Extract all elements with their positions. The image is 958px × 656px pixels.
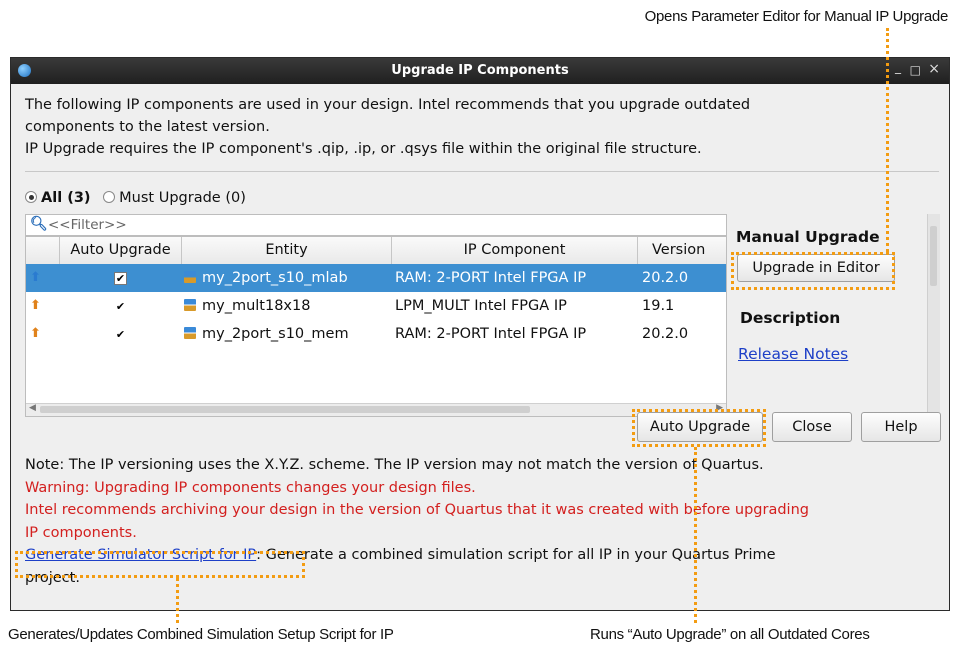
radio-selected-icon <box>25 191 37 203</box>
table-row[interactable]: ⬆ ✔ my_2port_s10_mlab RAM: 2-PORT Intel … <box>26 264 726 292</box>
auto-upgrade-checkbox[interactable]: ✔ <box>114 300 127 313</box>
separator <box>25 171 939 172</box>
maximize-icon[interactable]: □ <box>910 63 921 77</box>
intro-line-1: The following IP components are used in … <box>25 97 751 113</box>
scrollbar-thumb[interactable] <box>930 226 937 286</box>
table-row[interactable]: ⬆ ✔ my_2port_s10_mem RAM: 2-PORT Intel F… <box>26 320 726 348</box>
col-header-auto-upgrade[interactable]: Auto Upgrade <box>60 237 182 264</box>
horizontal-scrollbar[interactable]: ◀ ▶ <box>26 403 726 416</box>
auto-upgrade-checkbox[interactable]: ✔ <box>114 328 127 341</box>
version-cell: 19.1 <box>642 298 675 314</box>
col-header-ip-component[interactable]: IP Component <box>392 237 638 264</box>
help-button[interactable]: Help <box>861 412 941 442</box>
release-notes-link[interactable]: Release Notes <box>738 345 848 363</box>
ip-component-cell: RAM: 2-PORT Intel FPGA IP <box>395 270 587 286</box>
radio-must-upgrade[interactable]: Must Upgrade (0) <box>103 190 246 206</box>
title-bar: Upgrade IP Components _ □ × <box>11 58 949 84</box>
manual-upgrade-heading: Manual Upgrade <box>736 228 880 246</box>
col-header-entity[interactable]: Entity <box>182 237 392 264</box>
warning-line-3: IP components. <box>25 524 137 541</box>
entity-cell: my_mult18x18 <box>184 292 310 320</box>
version-cell: 20.2.0 <box>642 326 689 342</box>
entity-cell: my_2port_s10_mlab <box>184 264 348 292</box>
intro-line-3: IP Upgrade requires the IP component's .… <box>25 141 702 157</box>
table-row[interactable]: ⬆ ✔ my_mult18x18 LPM_MULT Intel FPGA IP … <box>26 292 726 320</box>
entity-cell: my_2port_s10_mem <box>184 320 349 348</box>
entity-icon <box>184 327 196 339</box>
table-header: Auto Upgrade Entity IP Component Version <box>26 237 726 265</box>
filter-placeholder: <<Filter>> <box>48 217 127 233</box>
auto-upgrade-cell[interactable]: ✔ <box>114 320 127 348</box>
auto-upgrade-checkbox[interactable]: ✔ <box>114 272 127 285</box>
scrollbar-thumb[interactable] <box>40 406 530 413</box>
intro-text: The following IP components are used in … <box>25 94 935 160</box>
upgrade-status-icon: ⬆ <box>30 298 41 313</box>
radio-must-label: Must Upgrade (0) <box>119 190 246 206</box>
minimize-icon[interactable]: _ <box>895 60 901 74</box>
side-vertical-scrollbar[interactable] <box>927 214 940 427</box>
callout-sim-script: Generates/Updates Combined Simulation Se… <box>8 626 394 643</box>
upgrade-status-icon: ⬆ <box>30 326 41 341</box>
col-header-version[interactable]: Version <box>638 237 726 264</box>
intro-line-2: components to the latest version. <box>25 119 270 135</box>
entity-icon <box>184 299 196 311</box>
radio-all-label: All (3) <box>41 190 91 206</box>
filter-input[interactable]: 🔍︎ <<Filter>> <box>25 214 727 236</box>
auto-upgrade-cell[interactable]: ✔ <box>114 292 127 320</box>
callout-manual-upgrade: Opens Parameter Editor for Manual IP Upg… <box>644 8 949 25</box>
ip-component-cell: RAM: 2-PORT Intel FPGA IP <box>395 326 587 342</box>
warning-line-2: Intel recommends archiving your design i… <box>25 502 809 518</box>
callout-auto-upgrade: Runs “Auto Upgrade” on all Outdated Core… <box>590 626 870 643</box>
leader-line-top <box>886 28 889 252</box>
highlight-upgrade-in-editor <box>731 252 895 290</box>
highlight-auto-upgrade <box>632 409 766 447</box>
warning-line-1: Warning: Upgrading IP components changes… <box>25 479 476 496</box>
description-heading: Description <box>740 309 841 327</box>
entity-icon <box>184 271 196 283</box>
radio-unselected-icon <box>103 191 116 203</box>
upgrade-filter-radios: All (3) Must Upgrade (0) <box>25 190 246 206</box>
leader-line-left <box>176 578 179 623</box>
side-panel: Manual Upgrade Upgrade in Editor Descrip… <box>729 214 940 427</box>
upgrade-ip-dialog: Upgrade IP Components _ □ × The followin… <box>10 57 950 611</box>
sim-script-description: : Generate a combined simulation script … <box>256 547 776 563</box>
upgrade-status-icon: ⬆ <box>30 270 41 285</box>
auto-upgrade-cell[interactable]: ✔ <box>114 264 127 292</box>
ip-component-cell: LPM_MULT Intel FPGA IP <box>395 298 567 314</box>
dialog-content: The following IP components are used in … <box>11 84 949 610</box>
version-cell: 20.2.0 <box>642 270 689 286</box>
close-icon[interactable]: × <box>928 61 940 77</box>
leader-line-right <box>694 447 697 623</box>
version-note: Note: The IP versioning uses the X.Y.Z. … <box>25 457 764 473</box>
ip-components-table: Auto Upgrade Entity IP Component Version… <box>25 236 727 417</box>
highlight-sim-script-link <box>15 551 305 578</box>
radio-all[interactable]: All (3) <box>25 190 91 206</box>
scroll-left-icon[interactable]: ◀ <box>29 403 36 413</box>
search-icon: 🔍︎ <box>30 216 48 232</box>
col-header-status[interactable] <box>26 237 60 264</box>
close-button[interactable]: Close <box>772 412 852 442</box>
dialog-title: Upgrade IP Components <box>391 63 569 78</box>
